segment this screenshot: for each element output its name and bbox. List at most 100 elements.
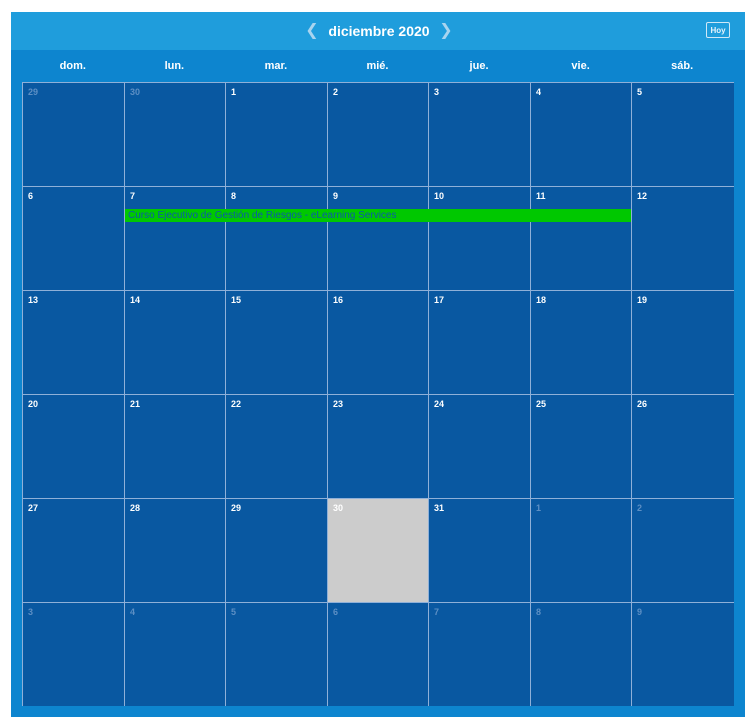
day-cell[interactable]: 4 [531,83,631,186]
day-cell[interactable]: 25 [531,395,631,498]
day-cell[interactable]: 13 [23,291,124,394]
day-number: 24 [434,399,445,409]
calendar-header: ❮ diciembre 2020 ❯ Hoy [11,12,745,50]
day-number: 19 [637,295,648,305]
day-number: 14 [130,295,141,305]
day-cell[interactable]: 8 [226,187,327,290]
day-number: 30 [130,87,141,97]
today-button[interactable]: Hoy [706,22,730,38]
day-number: 11 [536,191,546,201]
day-cell[interactable]: 28 [125,499,225,602]
day-cell[interactable]: 23 [328,395,428,498]
day-cell[interactable]: 29 [226,499,327,602]
day-cell[interactable]: 15 [226,291,327,394]
day-number: 2 [333,87,339,97]
day-number: 25 [536,399,547,409]
day-cell[interactable]: 5 [632,83,734,186]
day-number: 15 [231,295,242,305]
day-number: 10 [434,191,445,201]
day-number: 18 [536,295,547,305]
day-cell[interactable]: 19 [632,291,734,394]
day-number: 2 [637,503,643,513]
weekday-header: lun. [164,60,185,72]
day-number: 26 [637,399,648,409]
weekday-header: mié. [366,60,389,72]
day-number: 20 [28,399,39,409]
day-number: 27 [28,503,39,513]
day-cell[interactable]: 1 [531,499,631,602]
day-cell[interactable]: 8 [531,603,631,706]
weekday-header-row: dom. lun. mar. mié. jue. vie. sáb. [22,52,733,80]
day-cell[interactable]: 5 [226,603,327,706]
day-cell[interactable]: 21 [125,395,225,498]
event-bar[interactable]: Curso Ejecutivo de Gestión de Riesgos - … [125,209,631,222]
weekday-header: jue. [469,60,489,72]
day-cell[interactable]: 2 [328,83,428,186]
day-number: 29 [28,87,39,97]
day-cell[interactable]: 27 [23,499,124,602]
day-cell[interactable]: 7 [125,187,225,290]
day-number: 13 [28,295,39,305]
day-cell[interactable]: 22 [226,395,327,498]
day-cell[interactable]: 26 [632,395,734,498]
day-cell[interactable]: 7 [429,603,530,706]
day-number: 3 [434,87,440,97]
day-number: 6 [28,191,34,201]
day-number: 31 [434,503,445,513]
day-number: 23 [333,399,344,409]
day-number: 22 [231,399,242,409]
day-cell[interactable]: 6 [23,187,124,290]
day-cell[interactable]: 30 [125,83,225,186]
day-cell[interactable]: 14 [125,291,225,394]
day-cell[interactable]: 9 [328,187,428,290]
day-number: 6 [333,607,339,617]
chevron-left-icon[interactable]: ❮ [304,22,320,40]
day-cell[interactable]: 4 [125,603,225,706]
day-cell[interactable]: 18 [531,291,631,394]
calendar: ❮ diciembre 2020 ❯ Hoy dom. lun. mar. mié. j… [11,12,745,717]
day-cell[interactable]: 10 [429,187,530,290]
day-number: 30 [333,503,344,513]
chevron-right-icon[interactable]: ❯ [438,22,454,40]
day-cell[interactable]: 12 [632,187,734,290]
day-number: 3 [28,607,34,617]
day-number: 5 [637,87,643,97]
day-number: 17 [434,295,445,305]
day-number: 8 [231,191,237,201]
weekday-header: mar. [264,60,288,72]
day-cell[interactable]: 16 [328,291,428,394]
day-cell[interactable]: 6 [328,603,428,706]
day-number: 21 [130,399,141,409]
month-title: diciembre 2020 [328,23,430,39]
day-cell[interactable]: 17 [429,291,530,394]
day-cell[interactable]: 3 [429,83,530,186]
weekday-header: sáb. [671,60,694,72]
day-number: 1 [536,503,542,513]
day-cell[interactable]: 20 [23,395,124,498]
day-cell[interactable]: 29 [23,83,124,186]
month-grid: 29 30 1 2 3 4 5 6 7 8 9 10 11 12 13 14 15 16 17 18 19 20 21 22 2… [22,82,734,706]
weekday-header: vie. [571,60,590,72]
day-number: 4 [536,87,542,97]
day-number: 5 [231,607,237,617]
day-number: 1 [231,87,237,97]
day-number: 7 [130,191,136,201]
day-cell[interactable]: 9 [632,603,734,706]
day-cell[interactable]: 30 [328,499,428,602]
day-cell[interactable]: 3 [23,603,124,706]
day-number: 28 [130,503,141,513]
day-number: 12 [637,191,648,201]
day-number: 4 [130,607,136,617]
day-number: 9 [637,607,643,617]
weekday-header: dom. [59,60,86,72]
day-cell[interactable]: 31 [429,499,530,602]
day-number: 16 [333,295,344,305]
day-cell[interactable]: 2 [632,499,734,602]
day-number: 7 [434,607,440,617]
day-cell[interactable]: 24 [429,395,530,498]
day-number: 29 [231,503,242,513]
day-number: 9 [333,191,339,201]
day-number: 8 [536,607,542,617]
day-cell[interactable]: 1 [226,83,327,186]
day-cell[interactable]: 11 [531,187,631,290]
